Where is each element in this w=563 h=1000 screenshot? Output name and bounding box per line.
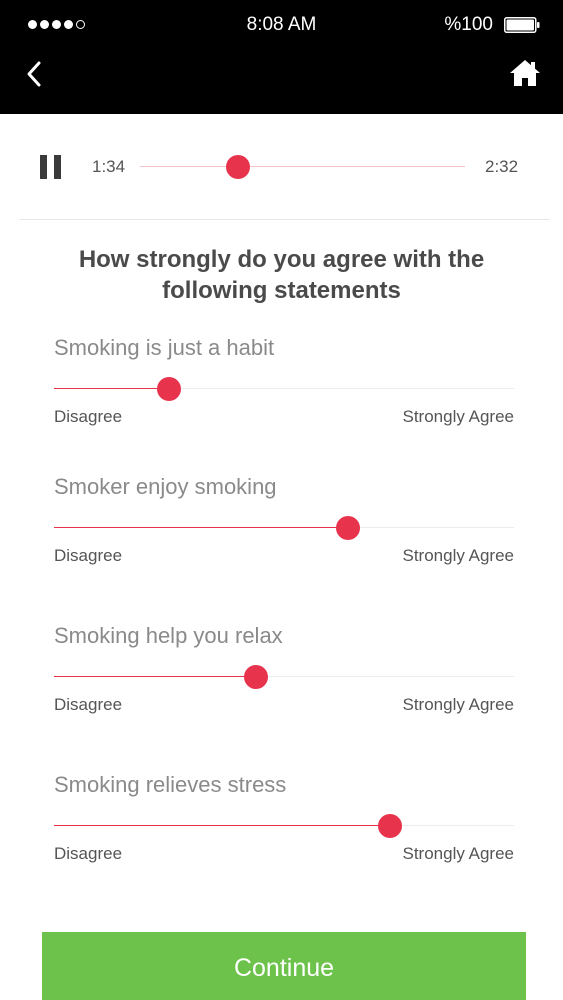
battery-icon	[504, 17, 540, 33]
statement-stress: Smoking relieves stress Disagree Strongl…	[54, 772, 514, 863]
agreement-slider-thumb[interactable]	[336, 516, 361, 540]
agreement-slider-fill	[54, 527, 349, 528]
audio-progress-track[interactable]	[140, 166, 465, 167]
audio-player: 1:34 2:32	[0, 114, 563, 219]
statement-label: Smoking relieves stress	[54, 772, 287, 797]
scale-min-label: Disagree	[54, 546, 123, 565]
agreement-slider-thumb[interactable]	[244, 665, 269, 689]
agreement-slider-fill	[54, 676, 257, 677]
scale-min-label: Disagree	[54, 695, 123, 714]
scale-max-label: Strongly Agree	[402, 546, 514, 565]
statement-habit: Smoking is just a habit Disagree Strongl…	[54, 335, 514, 426]
chevron-left-icon[interactable]	[22, 58, 46, 90]
agreement-slider-thumb[interactable]	[377, 814, 402, 838]
statement-enjoy: Smoker enjoy smoking Disagree Strongly A…	[54, 474, 514, 565]
agreement-slider-fill	[54, 825, 390, 826]
scale-min-label: Disagree	[54, 407, 123, 426]
statement-label: Smoker enjoy smoking	[54, 474, 277, 499]
audio-progress-thumb[interactable]	[225, 155, 250, 179]
agreement-slider-thumb[interactable]	[157, 377, 181, 401]
battery-percent: %100	[444, 14, 493, 35]
statement-label: Smoking is just a habit	[54, 335, 275, 360]
scale-max-label: Strongly Agree	[402, 695, 514, 714]
continue-button[interactable]: Continue	[42, 932, 526, 1000]
agreement-slider-fill	[54, 388, 169, 389]
pause-icon[interactable]	[39, 154, 63, 180]
divider	[20, 219, 550, 220]
scale-max-label: Strongly Agree	[402, 844, 514, 863]
survey-screen: 8:08 AM %100 1:34 2:32 How strongly do y…	[0, 0, 563, 1000]
statement-label: Smoking help you relax	[54, 623, 283, 648]
current-time: 1:34	[92, 157, 126, 176]
statement-relax: Smoking help you relax Disagree Strongly…	[54, 623, 514, 714]
survey-question: How strongly do you agree with the follo…	[78, 246, 485, 304]
total-time: 2:32	[485, 157, 519, 176]
scale-min-label: Disagree	[54, 844, 123, 863]
top-bar: 8:08 AM %100	[0, 0, 563, 114]
scale-max-label: Strongly Agree	[402, 407, 514, 426]
home-icon[interactable]	[509, 58, 541, 88]
